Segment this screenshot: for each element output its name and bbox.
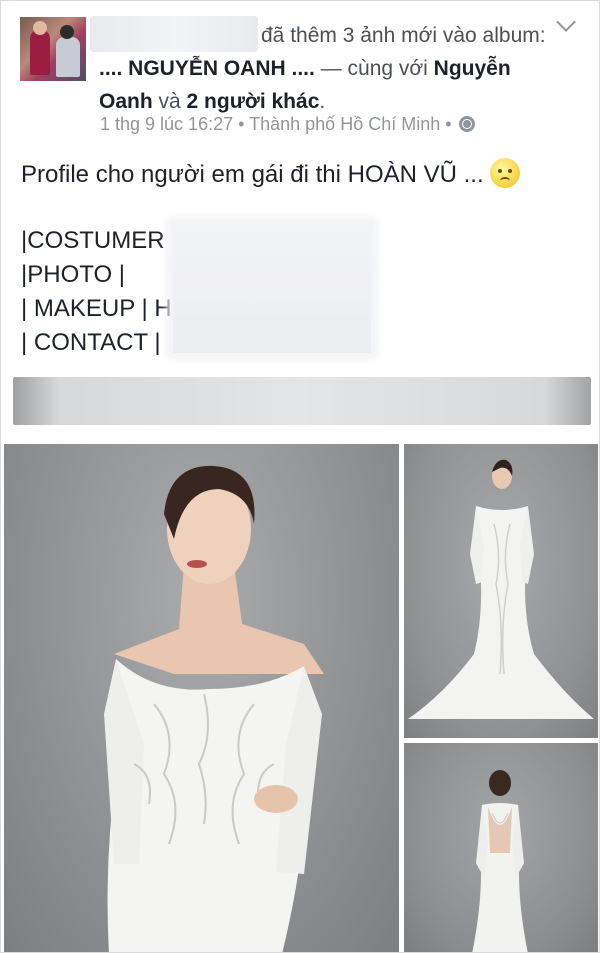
post-header-text: đã thêm 3 ảnh mới vào album: .... NGUYỄN… [99, 19, 549, 118]
post-timestamp[interactable]: 1 thg 9 lúc 16:27 [100, 114, 233, 134]
meta-separator-2: • [445, 114, 452, 134]
credit-photo: |PHOTO | [21, 261, 126, 288]
post-meta: 1 thg 9 lúc 16:27 • Thành phố Hồ Chí Min… [100, 114, 475, 135]
photo-full-length-front[interactable] [404, 444, 598, 738]
post-location[interactable]: Thành phố Hồ Chí Minh [249, 114, 440, 134]
and-text: và [152, 90, 187, 113]
header-end: . [319, 90, 326, 113]
avatar-figure-woman [30, 29, 50, 75]
others-link[interactable]: 2 người khác [187, 90, 320, 113]
frowning-face-icon [489, 158, 520, 188]
blurred-link-bar [13, 377, 591, 425]
status-text: Profile cho người em gái đi thi HOÀN VŨ … [21, 161, 484, 188]
action-text: đã thêm 3 ảnh mới vào album: [261, 24, 546, 47]
with-text: — cùng với [314, 57, 434, 80]
facebook-post: đã thêm 3 ảnh mới vào album: .... NGUYỄN… [0, 0, 600, 953]
photo-bottom-illustration [472, 770, 528, 952]
photo-top-illustration [408, 459, 594, 719]
avatar-figure-woman-head [33, 21, 47, 35]
blurred-credits [173, 223, 371, 353]
credit-contact: | CONTACT | [21, 329, 161, 356]
photo-main-illustration [104, 465, 324, 952]
chevron-down-icon[interactable] [556, 12, 576, 32]
meta-separator: • [238, 114, 245, 134]
photo-main-bride-closeup[interactable] [4, 444, 399, 952]
photo-full-length-back[interactable] [404, 743, 598, 952]
avatar-figure-man-head [60, 25, 74, 39]
album-avatar-thumbnail[interactable] [20, 17, 86, 81]
avatar-figure-man [56, 37, 80, 77]
credit-costumer: |COSTUMER [21, 227, 165, 254]
post-status-text: Profile cho người em gái đi thi HOÀN VŨ … [21, 158, 520, 189]
album-link[interactable]: .... NGUYỄN OANH .... [99, 57, 315, 80]
credit-makeup: | MAKEUP | H [21, 295, 172, 322]
globe-icon[interactable] [458, 116, 475, 132]
